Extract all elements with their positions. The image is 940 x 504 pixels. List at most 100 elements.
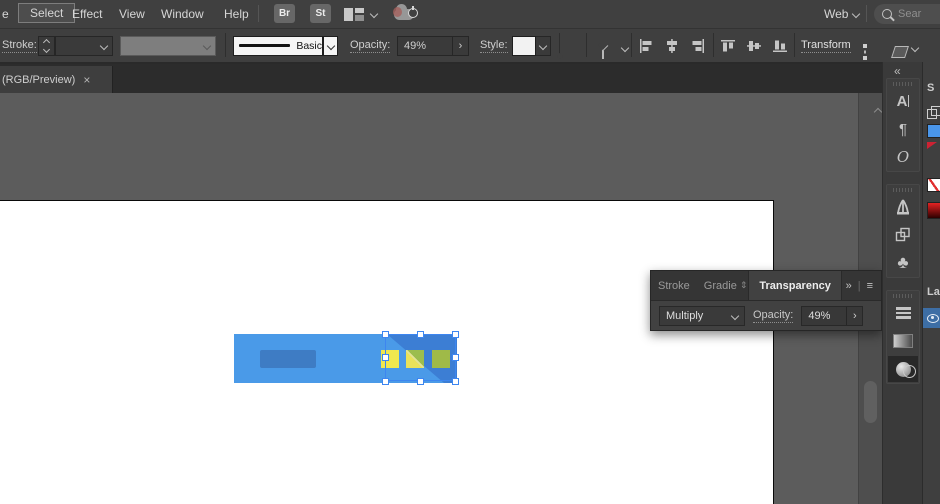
align-left-icon[interactable] [638, 38, 654, 54]
brush-select-chevron[interactable] [323, 35, 338, 56]
paragraph-panel-icon[interactable]: ¶ [887, 115, 919, 143]
blend-mode-value: Multiply [666, 310, 704, 322]
menu-item-clipped[interactable]: e [0, 5, 15, 23]
none-swatch[interactable] [927, 178, 940, 192]
panel-tab-bar: Stroke Gradie ⇕ Transparency » | ≡ [651, 271, 881, 301]
selection-handle-top-center[interactable] [417, 331, 424, 338]
menu-item-effect[interactable]: Effect [66, 5, 108, 23]
selection-handle-mid-right[interactable] [452, 354, 459, 361]
arrange-documents-icon[interactable] [344, 8, 364, 21]
panel-menu-icon[interactable]: ≡ [867, 280, 873, 292]
document-tab-title: (RGB/Preview) [2, 73, 76, 86]
selection-handle-bottom-center[interactable] [417, 378, 424, 385]
bounding-box-icon[interactable] [863, 43, 867, 60]
panel-opacity-arrow[interactable]: › [846, 307, 862, 325]
canvas-area[interactable]: Stroke Gradie ⇕ Transparency » | ≡ Multi… [0, 93, 882, 504]
drag-grip[interactable] [893, 294, 913, 298]
panel-icon-dock: « A ¶ O ♣ [882, 62, 922, 504]
visibility-eye-icon[interactable] [927, 313, 939, 323]
stock-button[interactable]: St [310, 4, 331, 23]
selection-handle-bottom-left[interactable] [382, 378, 389, 385]
gradient-swatch[interactable] [927, 202, 940, 219]
search-icon [882, 9, 892, 19]
align-top-icon[interactable] [720, 38, 736, 54]
brushes-panel-icon[interactable] [887, 193, 919, 221]
stepper-down-icon[interactable] [42, 45, 51, 53]
tab-gradient[interactable]: Gradie [697, 280, 739, 292]
menu-item-help[interactable]: Help [218, 5, 255, 23]
transparency-panel-body: Multiply Opacity: 49% › [651, 301, 881, 331]
symbols-panel-icon[interactable]: ♣ [887, 249, 919, 277]
drag-grip[interactable] [893, 82, 913, 86]
chevron-down-icon [202, 41, 212, 50]
tab-transparency[interactable]: Transparency [748, 271, 842, 300]
document-tab[interactable]: (RGB/Preview) × [0, 66, 113, 93]
panel-opacity-label[interactable]: Opacity: [753, 309, 794, 323]
stroke-label[interactable]: Stroke: [2, 39, 37, 53]
menu-item-window[interactable]: Window [155, 5, 210, 23]
stroke-weight-stepper[interactable] [38, 35, 55, 56]
brush-stroke-preview [239, 44, 291, 47]
gradient-panel-icon[interactable] [887, 327, 919, 355]
tab-stroke[interactable]: Stroke [651, 280, 697, 292]
selection-handle-mid-left[interactable] [382, 354, 389, 361]
panel-expand-icon[interactable]: » [846, 280, 852, 292]
chevron-down-icon[interactable] [910, 43, 920, 53]
drag-grip[interactable] [893, 188, 913, 192]
menu-item-view[interactable]: View [113, 5, 151, 23]
document-setup-icon[interactable] [602, 44, 604, 59]
opacity-field[interactable]: 49% › [397, 35, 469, 56]
chevron-down-icon [538, 41, 548, 50]
search-field[interactable]: Sear [874, 4, 940, 24]
transparency-panel: Stroke Gradie ⇕ Transparency » | ≡ Multi… [650, 270, 882, 331]
close-icon[interactable]: × [83, 73, 90, 87]
opacity-expand-arrow[interactable]: › [452, 36, 468, 55]
canvas-object-label-pill[interactable] [260, 350, 316, 368]
chevron-down-icon[interactable] [369, 9, 379, 19]
style-select-chevron[interactable] [536, 35, 551, 56]
right-edge-panel-strip: S La [922, 62, 940, 504]
selection-handle-bottom-right[interactable] [452, 378, 459, 385]
swatches-panel-header: S [927, 82, 935, 94]
red-swatch-partial[interactable] [927, 142, 937, 149]
tab-clip-glyph: ⇕ [739, 280, 748, 290]
align-center-vertical-icon[interactable] [746, 38, 762, 54]
selection-handle-top-left[interactable] [382, 331, 389, 338]
scrollbar-thumb[interactable] [864, 381, 877, 423]
blue-fill-swatch[interactable] [927, 124, 940, 138]
brush-definition-select[interactable]: Basic [233, 35, 323, 56]
align-center-horizontal-icon[interactable] [664, 38, 680, 54]
transform-label[interactable]: Transform [801, 39, 851, 53]
layer-row-selected[interactable] [923, 308, 940, 328]
transparency-panel-icon[interactable] [887, 355, 919, 383]
illustrator-window: e Select Effect View Window Help Br St W… [0, 0, 940, 504]
stepper-up-icon[interactable] [42, 38, 51, 46]
align-bottom-icon[interactable] [772, 38, 788, 54]
collapse-dock-icon[interactable]: « [894, 64, 901, 78]
align-right-icon[interactable] [690, 38, 706, 54]
menubar-separator [866, 5, 867, 22]
style-swatch[interactable] [512, 35, 536, 56]
blend-mode-select[interactable]: Multiply [659, 306, 745, 326]
graphic-styles-panel-icon[interactable] [887, 221, 919, 249]
controlbar-separator [225, 33, 226, 57]
opentype-panel-icon[interactable]: O [887, 143, 919, 171]
search-placeholder: Sear [898, 8, 922, 20]
chevron-down-icon [326, 41, 335, 50]
style-label[interactable]: Style: [480, 39, 508, 53]
character-panel-icon[interactable]: A [887, 87, 919, 115]
layers-panel-header: La [927, 286, 940, 298]
controlbar-separator [586, 33, 587, 57]
appearance-panel-icon[interactable] [887, 299, 919, 327]
panel-opacity-field[interactable]: 49% › [801, 306, 864, 326]
shear-icon[interactable] [891, 45, 909, 58]
workspace-switcher[interactable]: Web [818, 5, 854, 23]
opacity-value: 49% [404, 39, 427, 52]
sync-status-icon[interactable] [393, 4, 418, 20]
selection-handle-top-right[interactable] [452, 331, 459, 338]
menu-bar: e Select Effect View Window Help Br St W… [0, 0, 940, 29]
chevron-down-icon[interactable] [620, 43, 630, 53]
bridge-button[interactable]: Br [274, 4, 295, 23]
opacity-label[interactable]: Opacity: [350, 39, 391, 53]
stroke-weight-select[interactable] [55, 35, 113, 56]
